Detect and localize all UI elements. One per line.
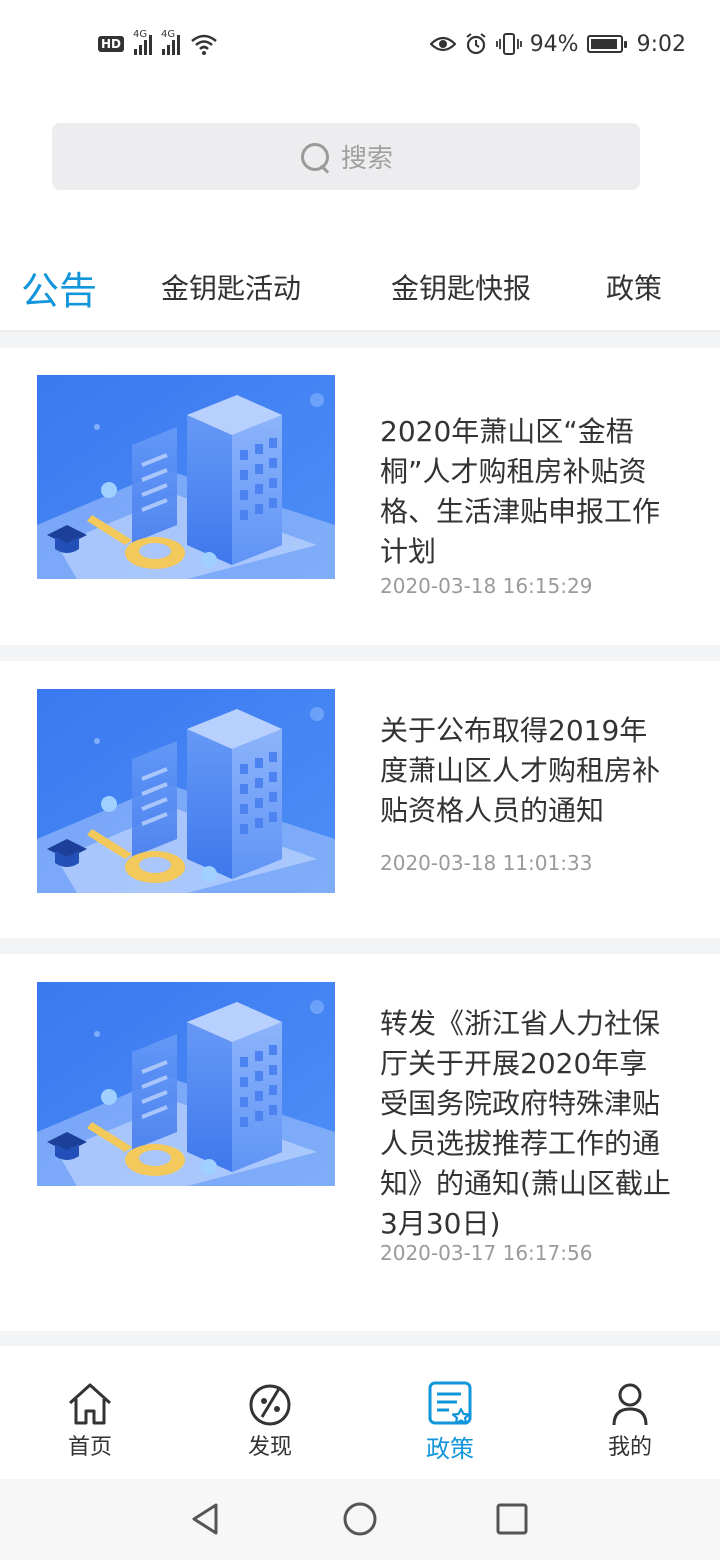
tab-announcement[interactable]: 公告: [21, 255, 97, 319]
article-card[interactable]: 2020年萧山区“金梧桐”人才购租房补贴资格、生活津贴申报工作计划 2020-0…: [0, 348, 720, 645]
eye-icon: [429, 36, 456, 52]
signal-icon: 4G: [133, 29, 153, 55]
nav-home-label: 首页: [67, 1435, 112, 1460]
nav-discover[interactable]: 发现: [210, 1379, 330, 1469]
article-list: 2020年萧山区“金梧桐”人才购租房补贴资格、生活津贴申报工作计划 2020-0…: [0, 332, 720, 1367]
home-icon: [68, 1383, 112, 1425]
article-title: 转发《浙江省人力社保厅关于开展2020年享受国务院政府特殊津贴人员选拔推荐工作的…: [380, 1007, 671, 1240]
search-icon: [299, 141, 331, 173]
article-thumbnail: [37, 982, 335, 1186]
article-title: 关于公布取得2019年度萧山区人才购租房补贴资格人员的通知: [380, 714, 661, 827]
nav-profile[interactable]: 我的: [570, 1379, 690, 1469]
status-bar: HD 4G 4G 94% 9:02: [0, 0, 720, 90]
city-key-illustration: [37, 375, 335, 579]
discover-icon: [249, 1384, 291, 1426]
search-input[interactable]: 搜索: [52, 123, 640, 190]
nav-home[interactable]: 首页: [30, 1379, 150, 1469]
battery-percent: 94%: [529, 31, 579, 57]
hd-badge: HD: [98, 36, 125, 52]
tab-policy[interactable]: 政策: [606, 255, 662, 319]
article-date: 2020-03-17 16:17:56: [380, 1241, 593, 1265]
nav-profile-label: 我的: [607, 1435, 652, 1460]
nav-policy[interactable]: 政策: [390, 1379, 510, 1469]
category-tabs: 公告 金钥匙活动 金钥匙快报 政策: [0, 255, 720, 330]
battery-fill: [590, 39, 617, 49]
nav-policy-label: 政策: [426, 1435, 474, 1463]
bottom-nav: 首页 发现 政策 我的: [0, 1367, 720, 1479]
tab-golden-key-activities[interactable]: 金钥匙活动: [161, 255, 301, 319]
article-date: 2020-03-18 16:15:29: [380, 574, 593, 598]
article-card-partial[interactable]: [0, 1346, 720, 1367]
network-type-1: 4G: [133, 29, 148, 40]
vibrate-icon: [495, 33, 522, 55]
status-left: HD 4G 4G: [98, 29, 218, 58]
recents-icon[interactable]: [492, 1499, 532, 1539]
status-right: 94% 9:02: [429, 30, 686, 58]
article-title: 2020年萧山区“金梧桐”人才购租房补贴资格、生活津贴申报工作计划: [380, 415, 661, 568]
search-placeholder: 搜索: [340, 144, 393, 174]
alarm-icon: [466, 33, 486, 55]
clock: 9:02: [636, 31, 686, 57]
nav-discover-label: 发现: [247, 1435, 292, 1460]
article-thumbnail: [37, 689, 335, 893]
back-icon[interactable]: [186, 1499, 226, 1539]
policy-icon: [428, 1381, 472, 1425]
city-key-illustration: [37, 982, 335, 1186]
article-thumbnail: [37, 375, 335, 579]
profile-icon: [612, 1383, 648, 1426]
system-navigation-bar: [0, 1479, 720, 1560]
tab-golden-key-news[interactable]: 金钥匙快报: [391, 255, 531, 319]
article-card[interactable]: 转发《浙江省人力社保厅关于开展2020年享受国务院政府特殊津贴人员选拔推荐工作的…: [0, 954, 720, 1331]
article-date: 2020-03-18 11:01:33: [380, 851, 593, 875]
city-key-illustration: [37, 689, 335, 893]
battery-icon: [586, 35, 627, 53]
home-circle-icon[interactable]: [340, 1499, 380, 1539]
network-type-2: 4G: [161, 29, 176, 40]
signal-icon: 4G: [161, 29, 181, 55]
article-card[interactable]: 关于公布取得2019年度萧山区人才购租房补贴资格人员的通知 2020-03-18…: [0, 661, 720, 938]
wifi-icon: [191, 34, 217, 55]
